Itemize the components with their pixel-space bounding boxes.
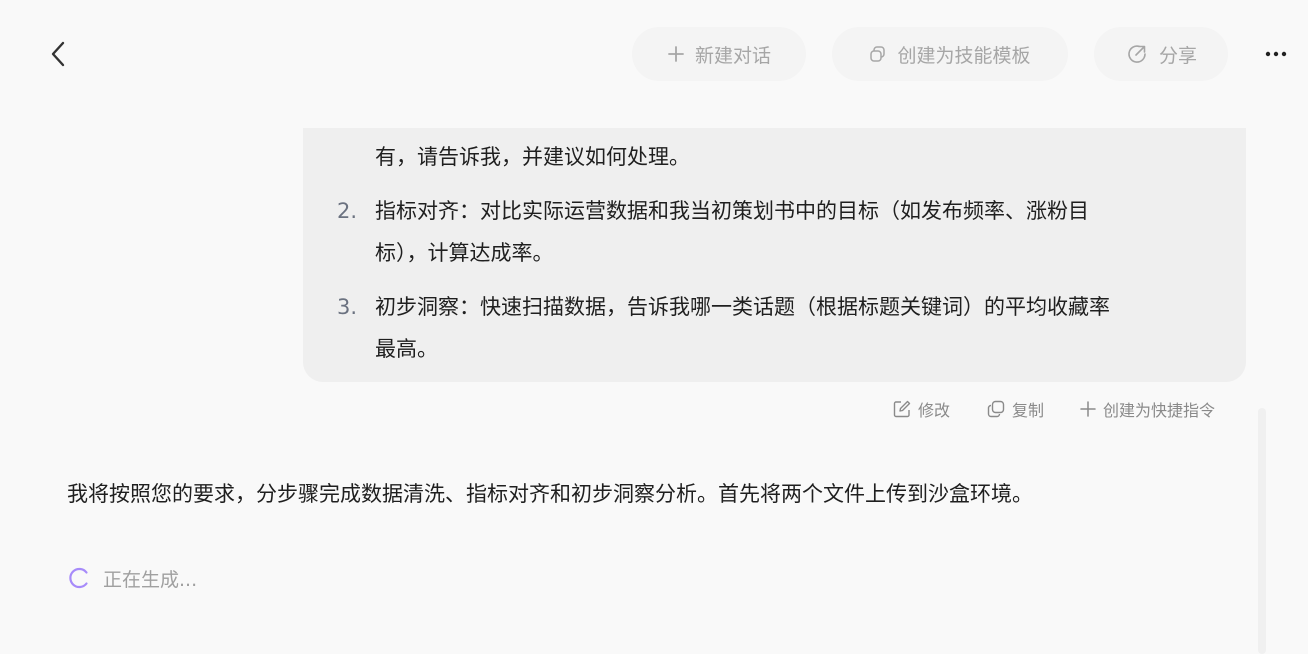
chat-page: 新建对话 创建为技能模板 分享 有，请告诉我，并建议如何处理。 2. 指标对齐：… [0,0,1308,654]
plus-icon [1080,401,1096,417]
spinner-icon [69,567,88,589]
create-shortcut-label: 创建为快捷指令 [1103,401,1216,420]
edit-icon [893,400,911,418]
message-line: 最高。 [375,337,438,361]
copy-label: 复制 [1012,401,1045,420]
create-skill-template-button[interactable]: 创建为技能模板 [832,27,1068,81]
assistant-message: 我将按照您的要求，分步骤完成数据清洗、指标对齐和初步洞察分析。首先将两个文件上传… [67,482,1033,506]
list-number: 3. [337,295,358,319]
edit-label: 修改 [918,401,951,420]
chevron-left-icon [51,41,65,67]
more-options-button[interactable] [1262,40,1290,68]
scrollbar[interactable] [1258,408,1266,654]
new-chat-button[interactable]: 新建对话 [632,27,806,81]
share-icon [1125,42,1149,66]
generating-label: 正在生成... [103,568,198,591]
back-button[interactable] [44,38,72,70]
copy-icon [987,400,1005,418]
message-line: 初步洞察：快速扫描数据，告诉我哪一类话题（根据标题关键词）的平均收藏率 [375,295,1110,319]
new-chat-label: 新建对话 [694,44,771,67]
create-shortcut-button[interactable]: 创建为快捷指令 [1079,396,1215,422]
share-label: 分享 [1158,44,1197,67]
plus-icon [667,45,685,63]
user-message-bubble: 有，请告诉我，并建议如何处理。 2. 指标对齐：对比实际运营数据和我当初策划书中… [303,128,1246,382]
create-skill-template-label: 创建为技能模板 [897,44,1031,67]
share-button[interactable]: 分享 [1094,27,1228,81]
message-line: 标），计算达成率。 [375,241,554,265]
generating-status: 正在生成... [67,562,197,594]
copy-message-button[interactable]: 复制 [986,396,1044,422]
edit-message-button[interactable]: 修改 [892,396,950,422]
message-line: 有，请告诉我，并建议如何处理。 [375,145,690,169]
more-icon [1265,51,1287,57]
list-number: 2. [337,199,358,223]
layers-icon [869,45,887,63]
message-line: 指标对齐：对比实际运营数据和我当初策划书中的目标（如发布频率、涨粉目 [375,199,1089,223]
